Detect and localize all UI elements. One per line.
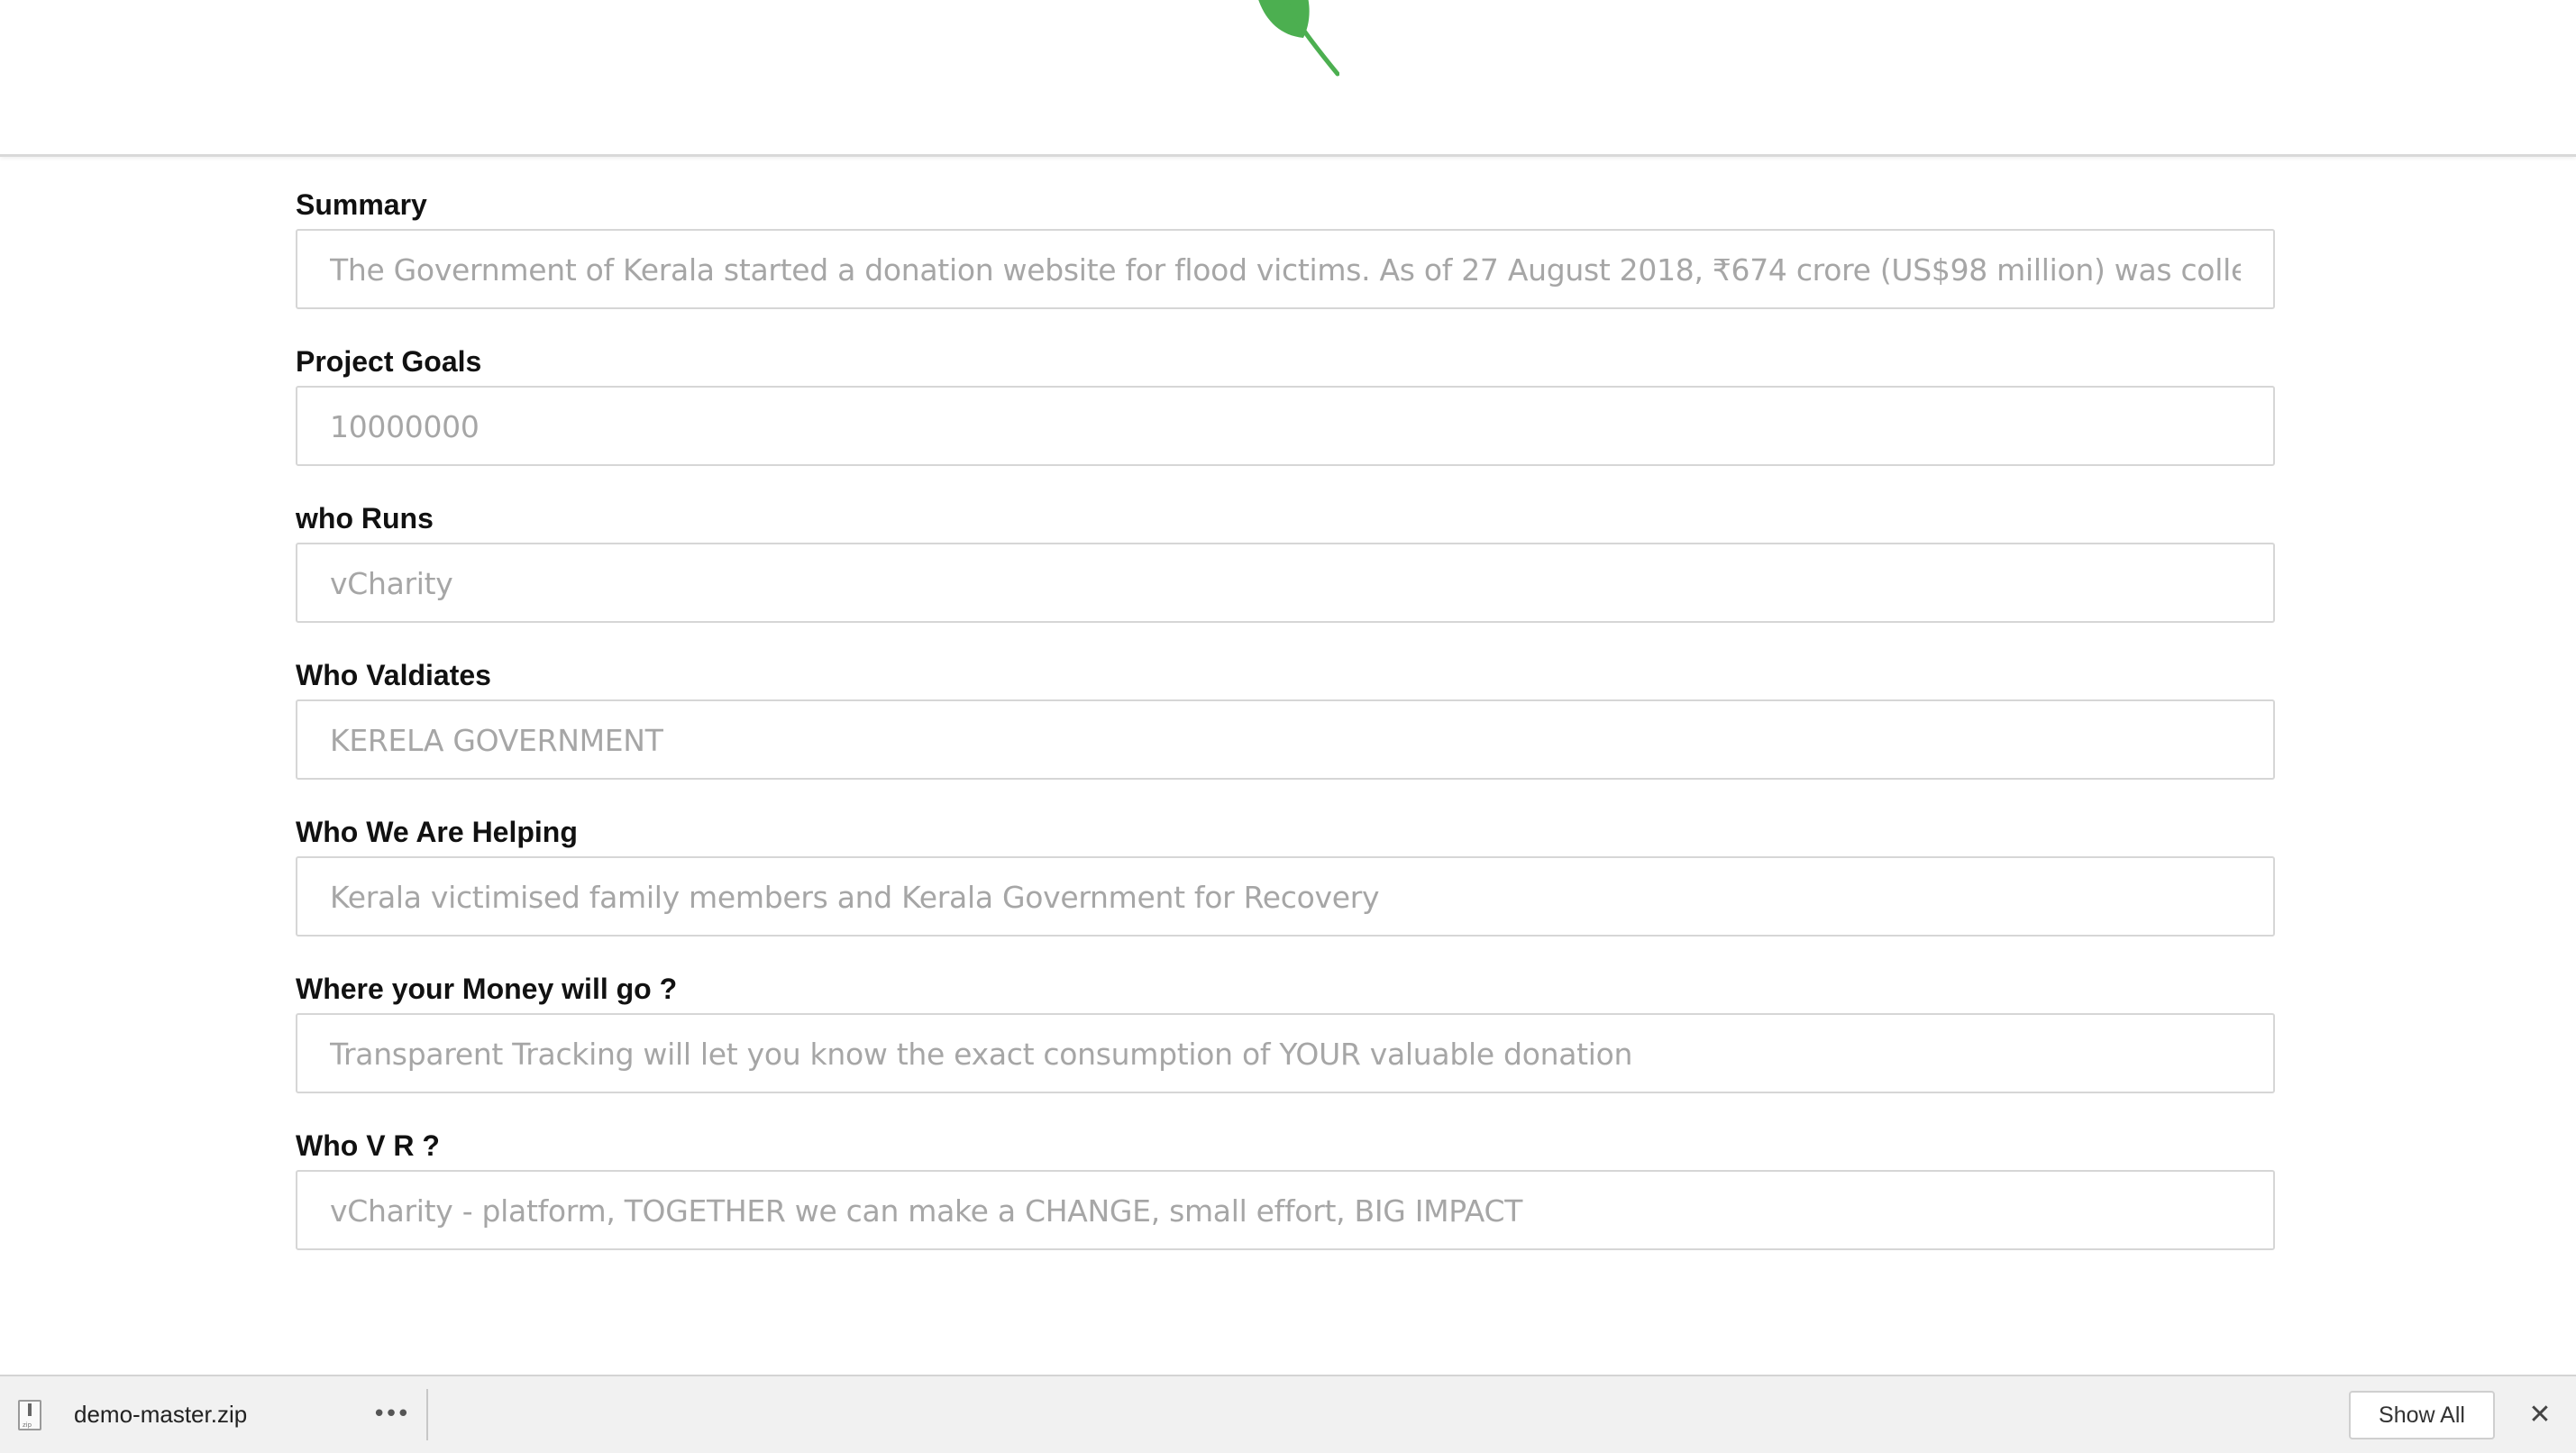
download-bar: demo-master.zip ••• Show All ✕ <box>0 1375 2576 1453</box>
money-destination-label: Where your Money will go ? <box>296 973 678 1005</box>
who-runs-field[interactable]: vCharity <box>296 543 2275 623</box>
who-we-are-helping-label: Who We Are Helping <box>296 816 578 848</box>
project-goals-field[interactable]: 10000000 <box>296 386 2275 466</box>
who-runs-value: vCharity <box>330 566 453 601</box>
project-goals-label: Project Goals <box>296 345 482 378</box>
close-icon[interactable]: ✕ <box>2524 1396 2556 1434</box>
who-validates-field[interactable]: KERELA GOVERNMENT <box>296 699 2275 780</box>
summary-field[interactable]: The Government of Kerala started a donat… <box>296 229 2275 309</box>
money-destination-field[interactable]: Transparent Tracking will let you know t… <box>296 1013 2275 1093</box>
who-we-are-label: Who V R ? <box>296 1129 440 1162</box>
who-validates-value: KERELA GOVERNMENT <box>330 723 663 758</box>
money-destination-value: Transparent Tracking will let you know t… <box>330 1037 1633 1072</box>
who-runs-label: who Runs <box>296 502 434 535</box>
summary-value: The Government of Kerala started a donat… <box>330 252 2241 288</box>
zip-file-icon[interactable] <box>18 1400 41 1430</box>
project-goals-value: 10000000 <box>330 409 480 444</box>
who-we-are-helping-value: Kerala victimised family members and Ker… <box>330 880 1380 915</box>
show-all-button[interactable]: Show All <box>2349 1391 2495 1439</box>
download-divider <box>426 1389 428 1440</box>
summary-label: Summary <box>296 188 427 221</box>
project-form: Summary The Government of Kerala started… <box>0 0 2576 1370</box>
who-we-are-field[interactable]: vCharity - platform, TOGETHER we can mak… <box>296 1170 2275 1250</box>
who-we-are-helping-field[interactable]: Kerala victimised family members and Ker… <box>296 856 2275 937</box>
ellipsis-icon[interactable]: ••• <box>372 1398 410 1430</box>
download-file-name[interactable]: demo-master.zip <box>74 1398 247 1430</box>
who-we-are-value: vCharity - platform, TOGETHER we can mak… <box>330 1193 1523 1229</box>
who-validates-label: Who Valdiates <box>296 659 491 691</box>
